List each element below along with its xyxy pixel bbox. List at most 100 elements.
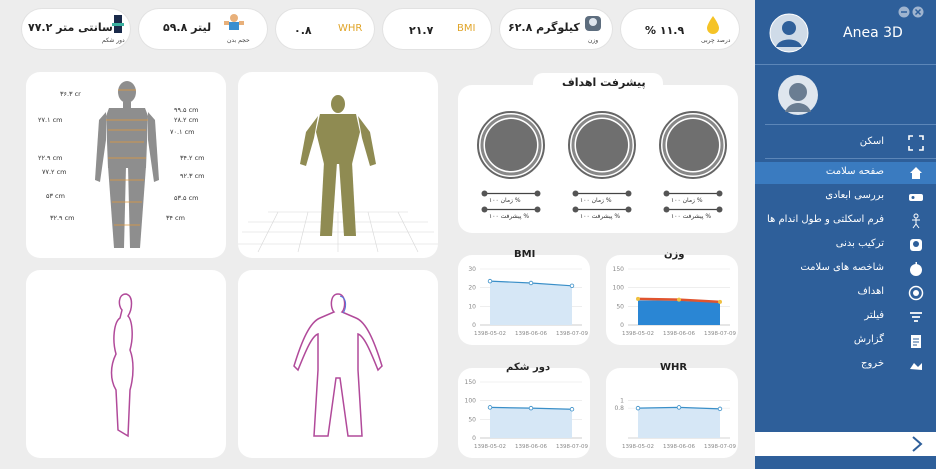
- sidebar-item-label: اهداف: [857, 286, 884, 297]
- x-tick-label: 1398-05-02: [622, 331, 654, 337]
- x-tick-label: 1398-06-06: [515, 444, 547, 450]
- weight-chart-title: وزن: [664, 249, 685, 260]
- sidebar-item-label: ترکیب بدنی: [835, 238, 884, 249]
- stat-waist-caption: دور شکم: [102, 37, 125, 44]
- goal-ring: [477, 111, 545, 179]
- measure-right-2: ۷۰.۱ cm: [170, 128, 195, 136]
- stat-weight-value: ۶۲.۸ کیلوگرم: [508, 21, 580, 34]
- measure-right-5: ۵۳.۵ cm: [174, 194, 199, 202]
- sidebar-item-scan[interactable]: اسکن: [755, 132, 936, 154]
- goal-time-label: زمان ۱۰۰ %: [580, 197, 612, 204]
- scale-icon: [585, 16, 601, 31]
- goals-title: پیشرفت اهداف: [562, 76, 646, 89]
- y-tick-label: 100: [613, 285, 625, 292]
- sidebar-item-3[interactable]: ترکیب بدنی: [755, 234, 936, 256]
- data-point: [487, 405, 493, 410]
- goal-time-label: زمان ۱۰۰ %: [671, 197, 703, 204]
- stat-fat-value: % ۱۱.۹: [645, 24, 685, 37]
- filter-icon: [910, 312, 922, 322]
- whr-chart: 0.81 1398-05-02 1398-06-06 1398-07-09: [614, 398, 736, 450]
- main-dashboard: ۷۷.۲ سانتی متر دور شکم ۵۹.۸ لیتر حجم بدن…: [0, 0, 755, 469]
- sidebar-item-label: فیلتر: [864, 310, 884, 321]
- stat-fat: % ۱۱.۹ درصد چربی: [621, 9, 739, 49]
- goal-time-label: زمان ۱۰۰ %: [489, 197, 521, 204]
- whr-chart-card: WHR 0.8 1 1398-05-02 1398-06-06 1398-07-09: [606, 362, 738, 458]
- x-tick-label: 1398-06-06: [663, 444, 695, 450]
- sidebar-item-6[interactable]: فیلتر: [755, 306, 936, 328]
- x-tick-label: 1398-07-09: [704, 444, 736, 450]
- stat-volume-caption: حجم بدن: [227, 37, 250, 44]
- goal-progress-label: پیشرفت ۱۰۰ %: [580, 213, 621, 220]
- data-point: [528, 280, 534, 286]
- sidebar-item-1[interactable]: بررسی ابعادی: [755, 186, 936, 208]
- sidebar-item-0[interactable]: صفحه سلامت: [755, 162, 936, 184]
- model-3d-card[interactable]: [238, 72, 438, 258]
- skeleton-icon: [912, 213, 920, 229]
- stat-volume: ۵۹.۸ لیتر حجم بدن: [139, 9, 267, 49]
- y-tick-label: 0: [472, 435, 476, 442]
- side-body-outline: [110, 293, 134, 438]
- goal-ring: [659, 111, 727, 179]
- y-tick-label: 150: [465, 379, 477, 386]
- bmi-chart-card: BMI 0 10 20 30 1398-05-02 1398-06-06 1398-07-0…: [458, 249, 590, 345]
- data-point: [636, 296, 640, 301]
- y-tick-label: 0.8: [614, 405, 624, 412]
- y-tick-label: 100: [465, 398, 477, 405]
- sidebar-item-7[interactable]: گزارش: [755, 330, 936, 352]
- y-tick-label: 0: [620, 322, 624, 329]
- measure-right-4: ۹۲.۳ cm: [180, 172, 205, 180]
- x-tick-label: 1398-06-06: [663, 331, 695, 337]
- x-tick-label: 1398-06-06: [515, 331, 547, 337]
- y-tick-label: 30: [468, 266, 476, 273]
- bmi-chart: 0 10 20 30 1398-05-02 1398-06-06 1398-07-09: [468, 266, 588, 337]
- stat-whr: ۰.۸ WHR: [276, 9, 374, 49]
- goal-ring: [568, 111, 636, 179]
- apple-icon: [910, 262, 922, 276]
- body-silhouette: [95, 81, 159, 248]
- user-avatar-icon[interactable]: [769, 13, 809, 53]
- y-tick-label: 0: [472, 322, 476, 329]
- measure-right-0: ۹۹.۵ cm: [174, 106, 199, 114]
- close-icon[interactable]: [912, 6, 924, 18]
- divider: [765, 124, 936, 125]
- stat-fat-caption: درصد چربی: [701, 37, 731, 44]
- measure-left-2: ۲۲.۹ cm: [38, 154, 63, 162]
- x-tick-label: 1398-07-09: [556, 331, 588, 337]
- stat-waist-value: ۷۷.۲ سانتی متر: [28, 21, 113, 34]
- data-point: [635, 405, 641, 411]
- data-point: [718, 299, 722, 304]
- goals-card: پیشرفت اهداف زمان ۱۰۰ % پیشرفت ۱۰۰ % زمان …: [458, 73, 738, 233]
- data-point: [676, 405, 682, 410]
- sidebar-item-5[interactable]: اهداف: [755, 282, 936, 304]
- sidebar-item-2[interactable]: فرم اسکلتی و طول اندام ها: [755, 210, 936, 232]
- scan-icon: [908, 135, 924, 151]
- stat-waist: ۷۷.۲ سانتی متر دور شکم: [22, 9, 130, 49]
- y-tick-label: 1: [620, 398, 624, 405]
- stat-bmi-value: ۲۱.۷: [409, 24, 434, 37]
- x-tick-label: 1398-05-02: [622, 444, 654, 450]
- y-tick-label: 50: [468, 416, 476, 423]
- stat-whr-value: ۰.۸: [294, 24, 312, 37]
- stat-volume-value: ۵۹.۸ لیتر: [163, 21, 212, 34]
- stat-weight: ۶۲.۸ کیلوگرم وزن: [500, 9, 612, 49]
- sidebar: Anea 3D اسکن صفحه سلامت بررسی ابعادی فرم ا…: [755, 0, 936, 469]
- y-tick-label: 150: [613, 266, 625, 273]
- data-point: [528, 405, 534, 411]
- data-point: [677, 297, 681, 302]
- sidebar-item-8[interactable]: خروج: [755, 354, 936, 376]
- model-3d-viewer[interactable]: [238, 72, 438, 258]
- weight-chart-card: وزن 0 50 100 150 1398-05-02 1398-06-06 1398-07…: [606, 249, 738, 345]
- waist-chart-title: دور شکم: [506, 362, 551, 373]
- x-tick-label: 1398-07-09: [556, 444, 588, 450]
- series-area: [638, 407, 720, 438]
- bmi-chart-title: BMI: [514, 249, 536, 260]
- sidebar-item-label: صفحه سلامت: [825, 166, 884, 177]
- stat-whr-label: WHR: [338, 23, 363, 34]
- app-title: Anea 3D: [843, 25, 903, 41]
- body-scan-icon: [909, 194, 923, 201]
- divider: [755, 64, 936, 65]
- sidebar-item-4[interactable]: شاخصه های سلامت: [755, 258, 936, 280]
- measure-left-4: ۵۳ cm: [46, 192, 65, 200]
- minimize-icon[interactable]: [898, 6, 910, 18]
- chevron-right-icon[interactable]: [907, 434, 927, 454]
